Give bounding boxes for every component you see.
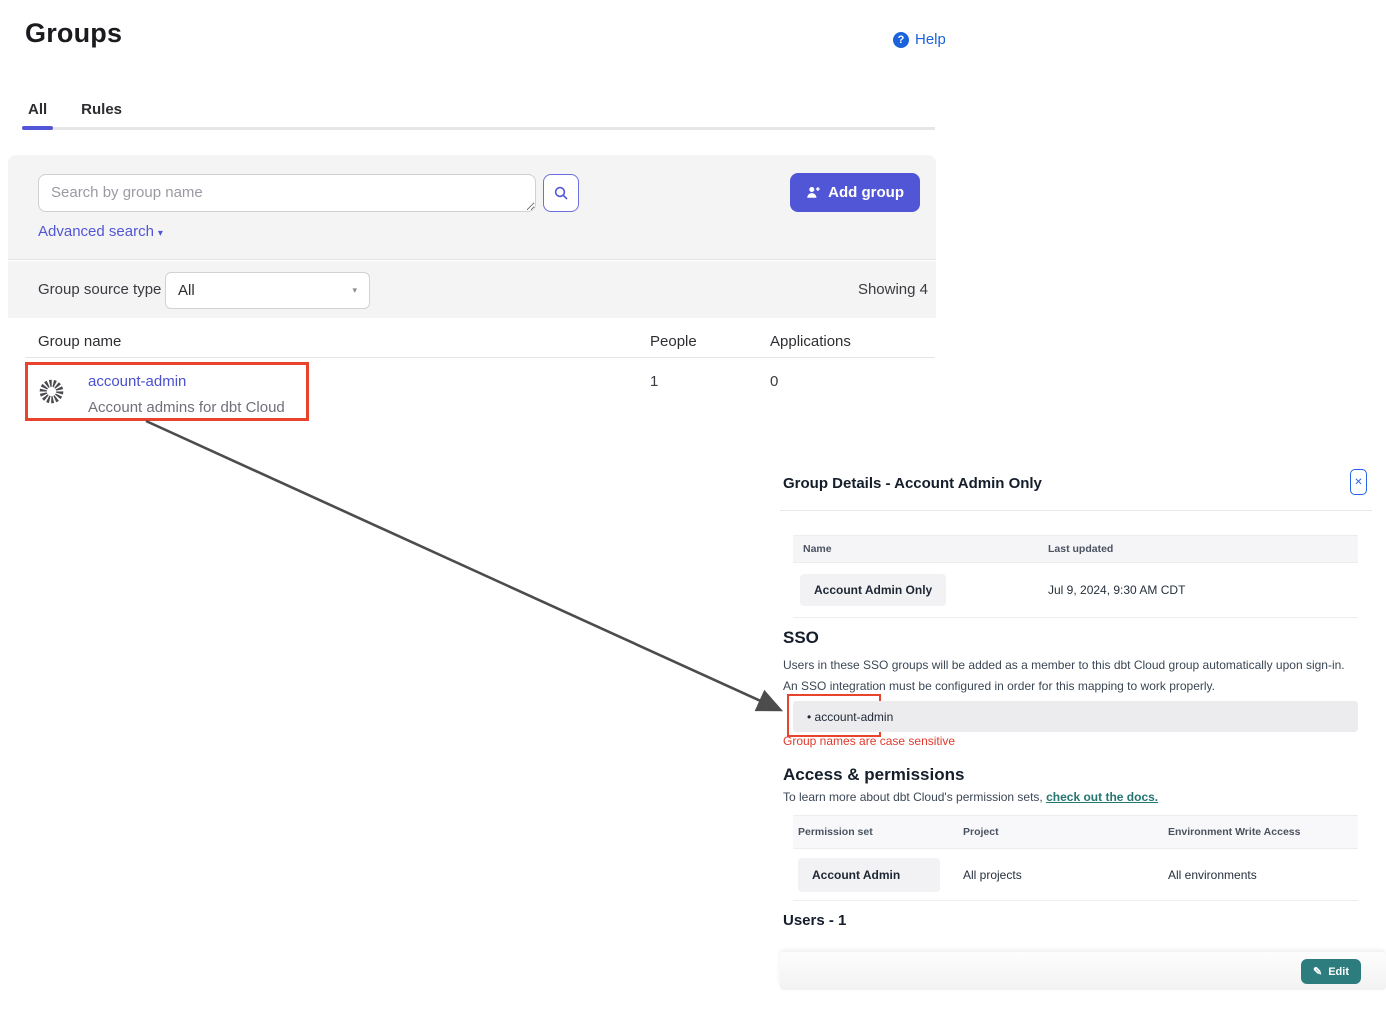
- select-caret-icon: ▾: [352, 285, 357, 296]
- name-table: Name Last updated Account Admin Only Jul…: [793, 535, 1358, 618]
- environment-value: All environments: [1168, 868, 1348, 882]
- sso-group-bar: • account-admin: [793, 701, 1358, 732]
- divider: [780, 510, 1372, 511]
- people-count: 1: [650, 372, 770, 416]
- tab-all[interactable]: All: [25, 101, 50, 118]
- help-link[interactable]: ? Help: [893, 31, 945, 48]
- header-permission-set: Permission set: [793, 826, 963, 838]
- details-footer: ✎ Edit: [780, 952, 1386, 990]
- add-group-label: Add group: [828, 184, 904, 201]
- last-updated-value: Jul 9, 2024, 9:30 AM CDT: [1048, 583, 1185, 597]
- header-project: Project: [963, 826, 1168, 838]
- showing-count: Showing 4: [858, 281, 928, 298]
- edit-label: Edit: [1328, 966, 1349, 978]
- group-name-link[interactable]: account-admin: [88, 372, 285, 392]
- tab-rules[interactable]: Rules: [78, 101, 125, 118]
- page-title: Groups: [25, 18, 122, 49]
- group-name-chip: Account Admin Only: [800, 574, 946, 606]
- permissions-table: Permission set Project Environment Write…: [793, 815, 1358, 901]
- help-label: Help: [915, 31, 945, 48]
- bullet-icon: •: [807, 710, 811, 724]
- access-description: To learn more about dbt Cloud's permissi…: [783, 790, 1158, 804]
- details-title: Group Details - Account Admin Only: [783, 475, 1042, 492]
- docs-link[interactable]: check out the docs.: [1046, 790, 1158, 804]
- groups-table: Group name People Applications account-a…: [25, 325, 935, 416]
- header-last-updated: Last updated: [1048, 543, 1113, 555]
- tab-bar: All Rules: [25, 101, 935, 130]
- table-row: Account Admin All projects All environme…: [793, 849, 1358, 901]
- search-input[interactable]: [38, 174, 536, 212]
- group-source-type-select[interactable]: All ▾: [165, 272, 370, 309]
- add-person-icon: [806, 185, 821, 200]
- search-panel: Advanced search▾ Add group: [8, 155, 936, 260]
- header-name: Name: [793, 543, 1048, 555]
- groups-table-header: Group name People Applications: [25, 325, 935, 358]
- edit-button[interactable]: ✎ Edit: [1301, 959, 1361, 984]
- header-group-name: Group name: [25, 333, 650, 350]
- group-source-type-label: Group source type: [38, 281, 161, 298]
- users-heading: Users - 1: [783, 912, 846, 929]
- access-permissions-heading: Access & permissions: [783, 765, 964, 785]
- header-environment-write-access: Environment Write Access: [1168, 826, 1348, 838]
- caret-down-icon: ▾: [158, 228, 163, 239]
- add-group-button[interactable]: Add group: [790, 173, 920, 212]
- table-row: account-admin Account admins for dbt Clo…: [25, 358, 935, 416]
- selected-option: All: [178, 282, 195, 299]
- case-sensitive-warning: Group names are case sensitive: [783, 734, 955, 748]
- table-row: Account Admin Only Jul 9, 2024, 9:30 AM …: [793, 563, 1358, 618]
- help-icon: ?: [893, 32, 909, 48]
- sso-group-chip: • account-admin: [793, 710, 893, 724]
- applications-count: 0: [770, 372, 890, 416]
- search-button[interactable]: [543, 174, 579, 212]
- header-applications: Applications: [770, 333, 930, 350]
- pencil-icon: ✎: [1313, 965, 1322, 978]
- project-value: All projects: [963, 868, 1168, 882]
- close-icon[interactable]: ✕: [1350, 469, 1367, 495]
- sunburst-group-icon: [38, 378, 65, 405]
- header-people: People: [650, 333, 770, 350]
- sso-description: Users in these SSO groups will be added …: [783, 655, 1358, 697]
- sso-heading: SSO: [783, 628, 819, 648]
- advanced-search-link[interactable]: Advanced search▾: [38, 223, 163, 240]
- magnifier-icon: [553, 185, 569, 201]
- group-description: Account admins for dbt Cloud: [88, 399, 285, 416]
- permission-set-chip: Account Admin: [798, 858, 940, 892]
- filter-panel: Group source type All ▾ Showing 4: [8, 261, 936, 318]
